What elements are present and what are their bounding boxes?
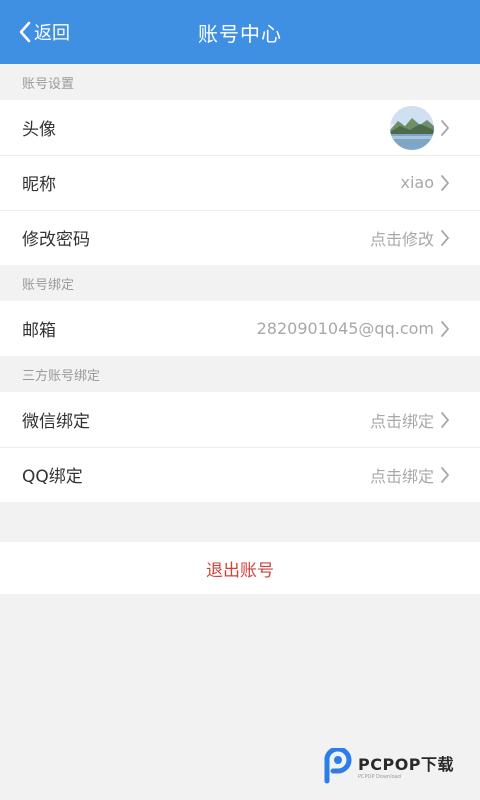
- email-row-label: 邮箱: [22, 321, 56, 341]
- qq-binding-row[interactable]: QQ绑定 点击绑定: [0, 447, 480, 502]
- pcpop-logo-icon: [322, 746, 354, 788]
- back-button[interactable]: 返回: [18, 0, 70, 64]
- logout-button[interactable]: 退出账号: [0, 542, 480, 594]
- third-party-binding-group: 微信绑定 点击绑定 QQ绑定 点击绑定: [0, 392, 480, 502]
- avatar-row-label: 头像: [22, 120, 56, 140]
- chevron-left-icon: [18, 21, 32, 43]
- email-value: 2820901045@qq.com: [256, 319, 434, 338]
- chevron-right-icon: [440, 466, 450, 483]
- section-account-settings: 账号设置: [22, 76, 75, 92]
- section-third-party-binding: 三方账号绑定: [22, 368, 101, 384]
- change-password-row-label: 修改密码: [22, 230, 90, 250]
- chevron-right-icon: [440, 229, 450, 246]
- avatar-row[interactable]: 头像: [0, 100, 480, 155]
- wechat-binding-value: 点击绑定: [369, 411, 434, 431]
- nickname-value: xiao: [400, 173, 434, 192]
- watermark-text: PCPOP下载: [358, 754, 455, 774]
- chevron-right-icon: [440, 411, 450, 428]
- section-account-binding: 账号绑定: [22, 277, 75, 293]
- avatar: [390, 105, 434, 150]
- qq-binding-value: 点击绑定: [369, 466, 434, 486]
- email-row[interactable]: 邮箱 2820901045@qq.com: [0, 301, 480, 356]
- page-title: 账号中心: [198, 21, 282, 46]
- account-settings-group: 头像 昵称 xiao 修改密码 点击修改: [0, 100, 480, 265]
- watermark: PCPOP下载 PCPOP Download: [322, 746, 455, 788]
- watermark-subtext: PCPOP Download: [358, 773, 401, 780]
- nickname-row-label: 昵称: [22, 175, 56, 195]
- account-binding-group: 邮箱 2820901045@qq.com: [0, 301, 480, 356]
- nickname-row[interactable]: 昵称 xiao: [0, 155, 480, 210]
- app-header: 返回 账号中心: [0, 0, 480, 64]
- chevron-right-icon: [440, 119, 450, 136]
- change-password-row[interactable]: 修改密码 点击修改: [0, 210, 480, 265]
- back-label: 返回: [34, 23, 70, 44]
- wechat-binding-row[interactable]: 微信绑定 点击绑定: [0, 392, 480, 447]
- chevron-right-icon: [440, 174, 450, 191]
- chevron-right-icon: [440, 320, 450, 337]
- qq-binding-row-label: QQ绑定: [22, 467, 83, 487]
- wechat-binding-row-label: 微信绑定: [22, 412, 90, 432]
- change-password-value: 点击修改: [369, 229, 434, 249]
